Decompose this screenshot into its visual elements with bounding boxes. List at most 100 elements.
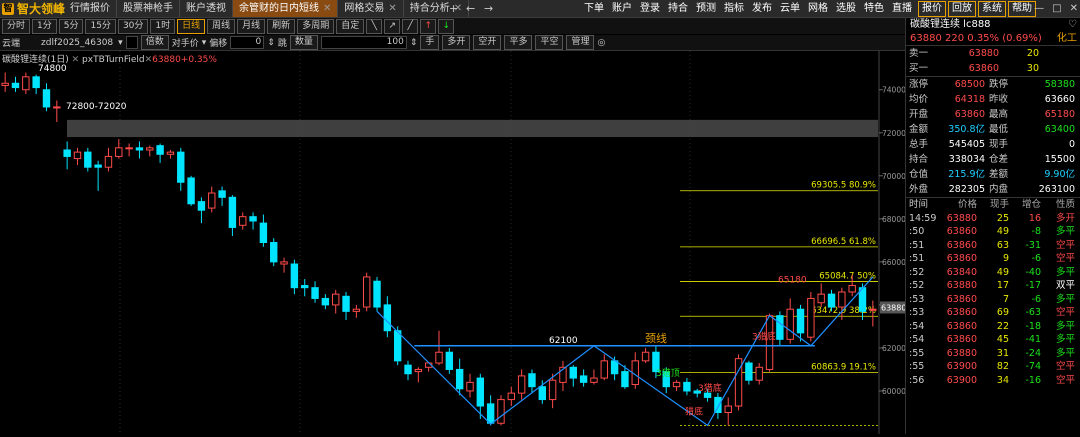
tab-sniper[interactable]: 股票神枪手	[117, 0, 180, 17]
multiplier-button[interactable]: 倍数	[140, 35, 169, 50]
price-type-select[interactable]: 对手价	[172, 36, 199, 49]
tick-price: 63840	[946, 266, 977, 278]
tick-oi-change: -41	[1025, 334, 1041, 345]
refresh-button[interactable]: 刷新	[267, 18, 296, 34]
arrow-down-icon[interactable]: ↓	[438, 18, 455, 34]
period-button[interactable]: 30分	[117, 18, 149, 34]
close-long-button[interactable]: 平多	[504, 35, 533, 50]
kline-chart[interactable]: 69305.5 80.9% 66696.5 61.8% 65084.7 50% 634…	[0, 51, 906, 434]
period-button[interactable]: 5分	[58, 18, 84, 34]
tick-volume: 69	[996, 307, 1009, 318]
stepper-icon[interactable]: ⇕	[267, 38, 275, 48]
menu-grid[interactable]: 网格	[804, 0, 832, 17]
stepper-icon[interactable]: ⇕	[410, 38, 418, 48]
menu-publish[interactable]: 发布	[748, 0, 776, 17]
menu-account[interactable]: 账户	[608, 0, 636, 17]
tick-list[interactable]: 14:59 63880 25 16 多开:50 63860 49 -8 多平:51 63860 63…	[906, 212, 1080, 388]
menu-cloud-order[interactable]: 云单	[776, 0, 804, 17]
indicator-label: pxTBTurnField	[82, 55, 145, 65]
close-icon[interactable]: ✕	[72, 55, 80, 65]
maximize-icon[interactable]: □	[1052, 3, 1061, 14]
candle-body	[94, 164, 102, 168]
candle-body	[63, 149, 71, 157]
close-icon[interactable]: ✕	[388, 3, 396, 14]
minimize-icon[interactable]: —	[1034, 3, 1044, 14]
menu-replay[interactable]: 回放	[948, 1, 976, 17]
chevron-down-icon[interactable]: ▾	[118, 38, 123, 48]
candle-body	[156, 145, 164, 155]
stat-value: 63660	[1044, 94, 1075, 105]
tick-row: :54 63860 45 -41 多平	[906, 333, 1080, 347]
tick-nature: 多平	[1055, 347, 1075, 359]
chart-title: 碳酸锂连续(1日) ✕ pxTBTurnField✕63880+0.35%	[2, 52, 217, 65]
period-button[interactable]: 1分	[32, 18, 57, 34]
period-button[interactable]: 1时	[150, 18, 176, 34]
forward-icon[interactable]: →	[484, 0, 493, 17]
custom-button[interactable]: 自定	[336, 18, 365, 34]
favorite-icon[interactable]: ♡	[1017, 3, 1026, 14]
close-icon[interactable]: ✕	[323, 3, 331, 14]
quantity-input[interactable]: 100	[320, 36, 407, 49]
menu-screener[interactable]: 选股	[832, 0, 860, 17]
tab-account[interactable]: 账户透视	[180, 0, 233, 17]
period-button[interactable]: 月线	[237, 18, 266, 34]
tick-nature: 多平	[1055, 293, 1075, 305]
tick-volume: 45	[996, 334, 1009, 345]
menu-order[interactable]: 下单	[580, 0, 608, 17]
menu-quote[interactable]: 报价	[918, 1, 946, 17]
tick-nature: 空平	[1055, 374, 1075, 386]
open-long-button[interactable]: 多开	[442, 35, 471, 50]
arrow-up-icon[interactable]: ↑	[420, 18, 437, 34]
account-label[interactable]: 云端	[2, 36, 20, 49]
candle-body	[187, 177, 195, 205]
settings-icon[interactable]: ◎	[597, 38, 605, 48]
menu-system[interactable]: 系统	[978, 1, 1006, 17]
candle-body	[755, 366, 763, 381]
zone-label: 72800-72020	[66, 102, 127, 112]
stat-value: 263100	[1038, 184, 1075, 195]
candle-body	[869, 308, 877, 311]
period-button[interactable]: 15分	[85, 18, 116, 34]
candle-body	[11, 82, 20, 89]
tab-quotes[interactable]: 行情报价	[64, 0, 117, 17]
close-window-icon[interactable]: ✕	[1070, 3, 1078, 14]
plus-icon[interactable]: +	[449, 0, 458, 17]
multi-period-button[interactable]: 多周期	[297, 18, 335, 34]
candle-body	[838, 291, 846, 308]
period-button-selected[interactable]: 日线	[177, 18, 206, 34]
tab-grid[interactable]: 网格交易 ✕	[338, 0, 404, 17]
period-button[interactable]: 周线	[207, 18, 236, 34]
draw-line-icon[interactable]: ╲	[366, 18, 383, 34]
menu-special[interactable]: 特色	[860, 0, 888, 17]
fib-label: 69305.5 80.9%	[811, 181, 876, 191]
stat-row: 总手 545405 现手 0	[906, 137, 1080, 152]
hand-button[interactable]: 手	[420, 35, 440, 50]
manage-button[interactable]: 管理	[566, 35, 595, 50]
chevron-down-icon[interactable]: ▾	[202, 38, 207, 48]
quantity-button[interactable]: 数量	[289, 35, 318, 50]
menu-position[interactable]: 持合	[664, 0, 692, 17]
tick-nature: 空平	[1055, 239, 1075, 251]
y-axis: 7400072000700006800066000640006200060000…	[878, 51, 906, 434]
tab-intraday[interactable]: 余管财的日内短线 ✕	[233, 0, 339, 17]
open-short-button[interactable]: 空开	[473, 35, 502, 50]
offset-input[interactable]: 0	[230, 36, 265, 49]
favorite-icon[interactable]: ♡	[1068, 18, 1077, 32]
stat-value: 63400	[1044, 124, 1075, 135]
draw-ray-icon[interactable]: ↗	[384, 18, 401, 34]
candle-body	[177, 151, 185, 183]
quote-header: 碳酸锂连续 lc888 ♡	[906, 18, 1080, 32]
menu-indicator[interactable]: 指标	[720, 0, 748, 17]
tab-position[interactable]: 持合分析 ✕	[404, 0, 470, 17]
checkbox[interactable]	[125, 36, 138, 49]
menu-login[interactable]: 登录	[636, 0, 664, 17]
close-short-button[interactable]: 平空	[535, 35, 564, 50]
menu-live[interactable]: 直播	[888, 0, 916, 17]
current-price-label: 63880	[881, 303, 905, 312]
strategy-select[interactable]: zdlf2025_46308	[41, 38, 113, 48]
back-icon[interactable]: ←	[466, 0, 475, 17]
menu-forecast[interactable]: 预测	[692, 0, 720, 17]
draw-segment-icon[interactable]: ╱	[402, 18, 419, 34]
period-button[interactable]: 分时	[2, 18, 31, 34]
stat-row: 持合 338034 仓差 15500	[906, 152, 1080, 167]
